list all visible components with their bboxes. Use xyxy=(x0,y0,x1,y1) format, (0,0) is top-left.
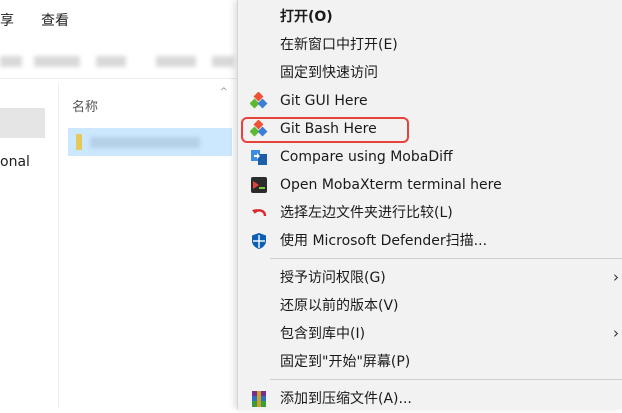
chevron-right-icon: › xyxy=(613,268,619,286)
selected-folder-row[interactable] xyxy=(68,128,232,156)
navigation-pane: onal xyxy=(0,82,59,409)
context-menu: 打开(O) 在新窗口中打开(E) 固定到快速访问 Git GUI Here Gi… xyxy=(237,0,622,409)
menu-item-mobaxterm[interactable]: Open MobaXterm terminal here xyxy=(238,171,622,199)
menu-item-label: Open MobaXterm terminal here xyxy=(280,177,502,193)
menu-separator xyxy=(270,258,622,259)
explorer-window: 享 查看 onal 名称 ^ xyxy=(0,0,240,409)
menu-item-grant-access[interactable]: 授予访问权限(G) › xyxy=(238,264,622,292)
blurred-text xyxy=(156,56,196,67)
chevron-right-icon: › xyxy=(613,324,619,342)
column-header-name[interactable]: 名称 xyxy=(72,96,98,115)
git-gui-icon xyxy=(249,92,269,110)
menu-item-compare-left[interactable]: 选择左边文件夹进行比较(L) xyxy=(238,199,622,227)
menu-item-label: 使用 Microsoft Defender扫描... xyxy=(280,233,488,249)
menu-item-open-new-window[interactable]: 在新窗口中打开(E) xyxy=(238,31,622,59)
mobaxterm-icon xyxy=(249,176,269,194)
menu-item-open[interactable]: 打开(O) xyxy=(238,3,622,31)
nav-item-label[interactable]: onal xyxy=(0,154,30,170)
blurred-text xyxy=(96,56,126,67)
menu-item-label: 固定到"开始"屏幕(P) xyxy=(280,354,411,370)
sort-up-icon: ^ xyxy=(220,87,228,97)
menu-item-git-gui[interactable]: Git GUI Here xyxy=(238,87,622,115)
menu-item-restore-versions[interactable]: 还原以前的版本(V) xyxy=(238,292,622,320)
blurred-text xyxy=(212,56,234,67)
ribbon-tab-share[interactable]: 享 xyxy=(0,10,14,30)
ribbon-tab-view[interactable]: 查看 xyxy=(41,10,69,30)
git-bash-highlight-box xyxy=(241,117,409,143)
menu-item-label: 在新窗口中打开(E) xyxy=(280,37,398,53)
menu-item-label: Compare using MobaDiff xyxy=(280,149,453,165)
winrar-icon xyxy=(249,390,269,408)
menu-item-pin-start[interactable]: 固定到"开始"屏幕(P) xyxy=(238,348,622,376)
menu-item-include-library[interactable]: 包含到库中(I) › xyxy=(238,320,622,348)
menu-item-label: 打开(O) xyxy=(280,9,333,25)
menu-item-mobadiff[interactable]: Compare using MobaDiff xyxy=(238,143,622,171)
menu-item-pin-quick-access[interactable]: 固定到快速访问 xyxy=(238,59,622,87)
blurred-text xyxy=(34,56,80,67)
menu-item-label: 包含到库中(I) xyxy=(280,326,366,342)
menu-item-label: 还原以前的版本(V) xyxy=(280,298,399,314)
address-bar[interactable] xyxy=(0,44,240,79)
menu-item-label: 添加到压缩文件(A)... xyxy=(280,391,412,407)
menu-item-label: Git GUI Here xyxy=(280,93,368,109)
blurred-text xyxy=(0,56,22,67)
defender-shield-icon xyxy=(249,232,269,250)
mobadiff-icon xyxy=(249,148,269,166)
menu-item-defender-scan[interactable]: 使用 Microsoft Defender扫描... xyxy=(238,227,622,255)
compare-left-icon xyxy=(249,204,269,222)
nav-selected-item[interactable] xyxy=(0,108,45,138)
blurred-folder-name xyxy=(90,137,200,148)
menu-separator xyxy=(270,379,622,380)
menu-item-label: 选择左边文件夹进行比较(L) xyxy=(280,205,453,221)
menu-item-label: 授予访问权限(G) xyxy=(280,270,386,286)
menu-item-label: 固定到快速访问 xyxy=(280,65,378,81)
folder-icon xyxy=(76,134,82,150)
